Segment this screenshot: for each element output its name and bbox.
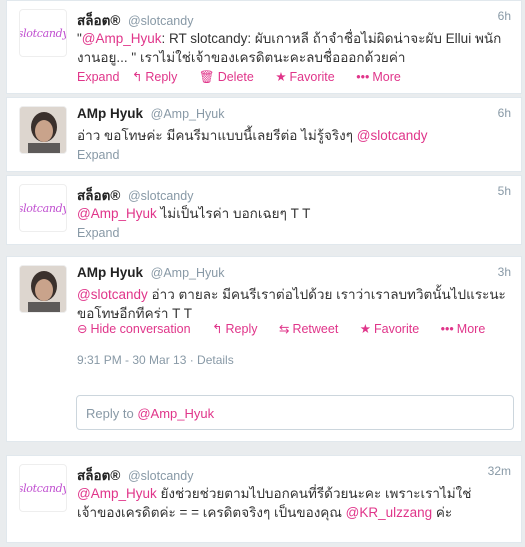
more-label: More	[456, 322, 486, 336]
delete-button[interactable]: 🗑 Delete	[199, 70, 263, 84]
star-icon: ★	[359, 322, 372, 336]
tweet-actions: Expand	[77, 226, 511, 240]
reply-button[interactable]: ↰ Reply	[212, 322, 266, 336]
dots-icon: •••	[440, 322, 454, 336]
reply-placeholder-mention: @Amp_Hyuk	[137, 406, 215, 421]
mention-link[interactable]: @slotcandy	[357, 128, 428, 143]
more-label: More	[372, 70, 401, 84]
avatar[interactable]: slotcandy	[19, 9, 67, 57]
hide-label: Hide conversation	[90, 322, 191, 336]
avatar[interactable]	[19, 265, 67, 313]
avatar-logo-text: slotcandy	[19, 481, 67, 495]
tweet-text: "@Amp_Hyuk: RT slotcandy: ผับเกาหลี ถ้าจ…	[77, 29, 509, 67]
username[interactable]: @Amp_Hyuk	[151, 107, 225, 121]
username[interactable]: @slotcandy	[128, 14, 194, 28]
tweet-text: @Amp_Hyuk ไม่เป็นไรค่า บอกเฉยๆ T T	[77, 204, 509, 223]
reply-button[interactable]: ↰ Reply	[132, 70, 186, 84]
avatar-logo-text: slotcandy	[19, 201, 67, 215]
timestamp[interactable]: 32m	[488, 464, 511, 478]
mention-link[interactable]: @Amp_Hyuk	[82, 31, 162, 46]
timestamp[interactable]: 6h	[498, 9, 511, 23]
favorite-label: Favorite	[374, 322, 420, 336]
avatar-logo-text: slotcandy	[19, 26, 67, 40]
tweet-actions: Expand	[77, 148, 511, 162]
profile-photo	[20, 266, 66, 312]
tweet-header: AMp Hyuk @Amp_Hyuk 3h	[77, 265, 511, 281]
mention-link[interactable]: @slotcandy	[77, 287, 148, 302]
tweet-text: อ่าว ขอโทษค่ะ มีคนรีมาแบบนี้เลยรีต่อ ไม่…	[77, 126, 509, 145]
tweet-timestamp-details[interactable]: 9:31 PM - 30 Mar 13 · Details	[77, 353, 234, 367]
tweet-body: ไม่เป็นไรค่า บอกเฉยๆ T T	[160, 206, 311, 221]
tweet-actions: Expand ↰ Reply 🗑 Delete ★ Favorite ••• More	[77, 69, 511, 85]
tweet-text: @Amp_Hyuk ยังช่วยช่วยตามไปบอกคนที่รีด้วย…	[77, 484, 509, 522]
display-name[interactable]: AMp Hyuk	[77, 265, 143, 280]
more-button[interactable]: ••• More	[441, 322, 495, 336]
reply-icon: ↰	[212, 322, 223, 336]
display-name[interactable]: สล็อต®	[77, 188, 120, 203]
delete-label: Delete	[217, 70, 254, 84]
minus-circle-icon: ⊖	[77, 322, 88, 336]
mention-link[interactable]: @Amp_Hyuk	[77, 206, 157, 221]
expand-link[interactable]: Expand	[77, 226, 119, 240]
tweet[interactable]: AMp Hyuk @Amp_Hyuk 6h อ่าว ขอโทษค่ะ มีคน…	[6, 97, 522, 172]
star-icon: ★	[275, 70, 287, 84]
reply-placeholder-prefix: Reply to	[86, 406, 134, 421]
tweet-header: สล็อต® @slotcandy 32m	[77, 464, 511, 483]
tweet-body-end: ค่ะ	[435, 505, 453, 520]
retweet-label: Retweet	[292, 322, 339, 336]
timestamp[interactable]: 6h	[498, 106, 511, 120]
mention-link-2[interactable]: @KR_ulzzang	[346, 505, 433, 520]
username[interactable]: @slotcandy	[128, 189, 194, 203]
retweet-icon: ⇆	[278, 322, 290, 336]
reply-input[interactable]: Reply to @Amp_Hyuk	[76, 395, 514, 430]
mention-link[interactable]: @Amp_Hyuk	[77, 486, 157, 501]
username[interactable]: @slotcandy	[128, 469, 194, 483]
avatar[interactable]: slotcandy	[19, 184, 67, 232]
timestamp[interactable]: 5h	[498, 184, 511, 198]
conversation-feed: slotcandy สล็อต® @slotcandy 6h "@Amp_Hyu…	[0, 0, 525, 547]
tweet-header: AMp Hyuk @Amp_Hyuk 6h	[77, 106, 511, 122]
display-name[interactable]: AMp Hyuk	[77, 106, 143, 121]
more-button[interactable]: ••• More	[356, 70, 410, 84]
avatar[interactable]: slotcandy	[19, 464, 67, 512]
reply-label: Reply	[145, 70, 178, 84]
expand-link[interactable]: Expand	[77, 70, 119, 84]
display-name[interactable]: สล็อต®	[77, 13, 120, 28]
tweet-text: @slotcandy อ่าว ตายละ มีคนรีเราต่อไปด้วย…	[77, 285, 509, 323]
display-name[interactable]: สล็อต®	[77, 468, 120, 483]
timestamp[interactable]: 3h	[498, 265, 511, 279]
dots-icon: •••	[356, 70, 370, 84]
tweet-actions: ⊖ Hide conversation ↰ Reply ⇆ Retweet ★ Favo…	[77, 321, 511, 336]
favorite-button[interactable]: ★ Favorite	[275, 70, 343, 84]
reply-icon: ↰	[131, 70, 143, 84]
tweet[interactable]: slotcandy สล็อต® @slotcandy 6h "@Amp_Hyu…	[6, 0, 522, 94]
hide-conversation-button[interactable]: ⊖ Hide conversation	[77, 322, 200, 336]
retweet-button[interactable]: ⇆ Retweet	[279, 322, 347, 336]
username[interactable]: @Amp_Hyuk	[151, 266, 225, 280]
profile-photo	[20, 107, 66, 153]
trash-icon: 🗑	[198, 70, 215, 84]
avatar[interactable]	[19, 106, 67, 154]
expand-link[interactable]: Expand	[77, 148, 119, 162]
tweet[interactable]: slotcandy สล็อต® @slotcandy 5h @Amp_Hyuk…	[6, 175, 522, 245]
tweet[interactable]: slotcandy สล็อต® @slotcandy 32m @Amp_Hyu…	[6, 455, 522, 543]
reply-label: Reply	[225, 322, 258, 336]
favorite-button[interactable]: ★ Favorite	[360, 322, 428, 336]
tweet-header: สล็อต® @slotcandy 6h	[77, 9, 511, 28]
tweet-body: อ่าว ขอโทษค่ะ มีคนรีมาแบบนี้เลยรีต่อ ไม่…	[77, 128, 354, 143]
favorite-label: Favorite	[289, 70, 335, 84]
tweet-header: สล็อต® @slotcandy 5h	[77, 184, 511, 203]
